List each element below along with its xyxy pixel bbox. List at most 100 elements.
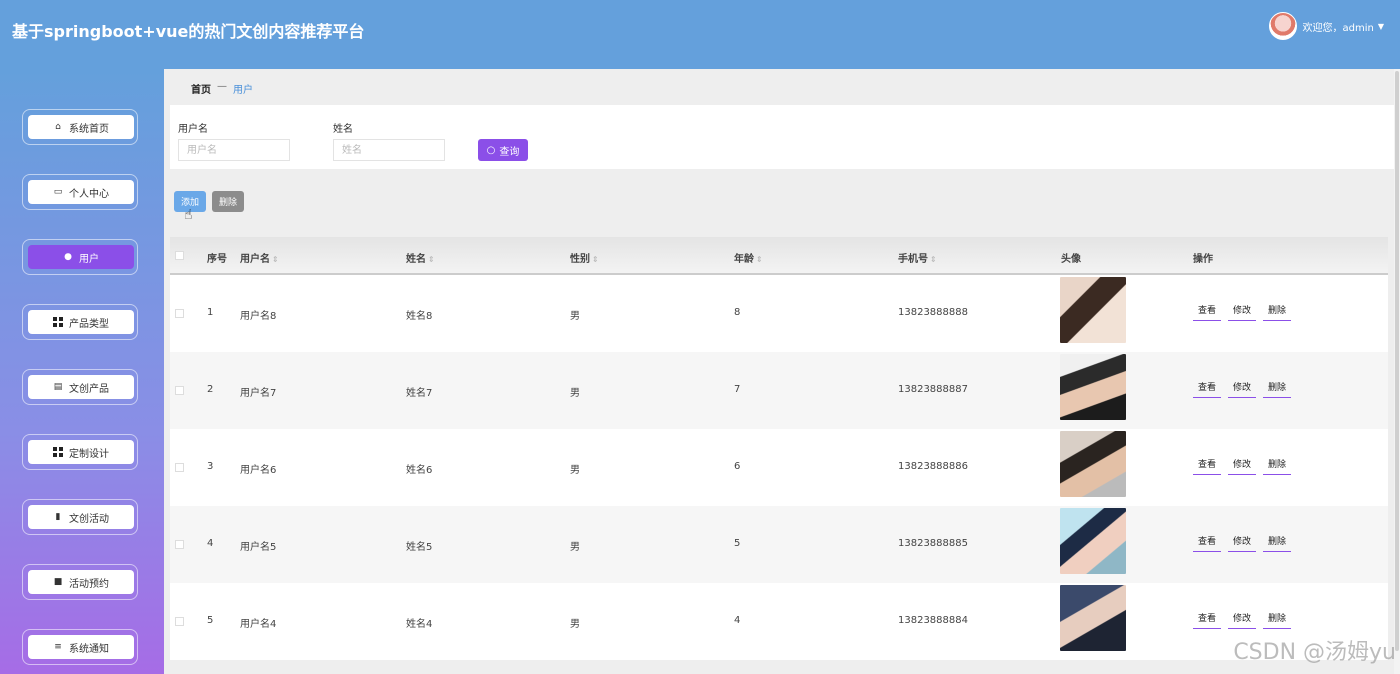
select-all-checkbox[interactable] (175, 251, 184, 260)
avatar-image (1060, 585, 1126, 651)
sidebar-item-reservations[interactable]: ■ 活动预约 (22, 564, 138, 600)
header-gender[interactable]: 性别 ⇕ (570, 250, 599, 265)
view-button[interactable]: 查看 (1193, 534, 1222, 552)
sidebar-item-product-types[interactable]: 产品类型 (22, 304, 138, 340)
cell-name: 姓名8 (406, 311, 433, 322)
main-content: 首页 — 用户 用户名 姓名 ○ 查询 添加 删除 ☝ 序号 用户名⇕ 姓名⇕ … (164, 69, 1400, 674)
edit-button[interactable]: 修改 (1228, 380, 1257, 398)
cell-phone: 13823888884 (898, 615, 968, 626)
delete-button[interactable]: 删除 (1263, 457, 1292, 475)
cell-username: 用户名4 (240, 619, 277, 630)
sort-icon: ⇕ (592, 255, 599, 264)
user-avatar[interactable] (1268, 12, 1297, 40)
sidebar: ⌂ 系统首页 ▭ 个人中心 ● 用户 产品类型 ▤ 文创产品 定制设计 ▮ 文创活动 ■ 活… (0, 69, 164, 674)
delete-button[interactable]: 删除 (1263, 303, 1292, 321)
cell-phone: 13823888887 (898, 384, 968, 395)
watermark: CSDN @汤姆yu (1233, 640, 1396, 665)
table-row: 4 用户名5 姓名5 男 5 13823888885 查看 修改 删除 (170, 506, 1388, 583)
header-index: 序号 (207, 254, 227, 265)
delete-button[interactable]: 删除 (1263, 611, 1292, 629)
table-header: 序号 用户名 ⇕ 姓名 ⇕ 性别 ⇕ 年龄 ⇕ 手机号 ⇕ 头像 操作 (170, 237, 1388, 275)
cell-index: 5 (207, 615, 214, 626)
cell-gender: 男 (570, 619, 580, 630)
sidebar-item-label: 定制设计 (69, 448, 109, 460)
table-body: 1 用户名8 姓名8 男 8 13823888888 查看 修改 删除 2 用户名7 姓名7 男 7 138… (170, 275, 1388, 660)
scrollbar-thumb[interactable] (1395, 71, 1399, 651)
username-input[interactable] (178, 139, 290, 161)
edit-button[interactable]: 修改 (1228, 457, 1257, 475)
top-bar: 基于springboot+vue的热门文创内容推荐平台 欢迎您，admin ▼ (0, 0, 1400, 69)
view-button[interactable]: 查看 (1193, 380, 1222, 398)
row-checkbox[interactable] (175, 386, 184, 395)
home-icon: ⌂ (55, 122, 61, 132)
user-greeting[interactable]: 欢迎您，admin (1303, 19, 1374, 34)
sidebar-item-label: 文创产品 (69, 383, 109, 395)
batch-delete-button[interactable]: 删除 (212, 191, 244, 212)
cell-phone: 13823888886 (898, 461, 968, 472)
sidebar-item-label: 系统首页 (69, 123, 109, 135)
sort-icon: ⇕ (272, 255, 279, 264)
sidebar-item-notices[interactable]: ≡ 系统通知 (22, 629, 138, 665)
sidebar-item-users[interactable]: ● 用户 (22, 239, 138, 275)
header-ops: 操作 (1193, 254, 1213, 265)
avatar-image (1060, 431, 1126, 497)
view-button[interactable]: 查看 (1193, 611, 1222, 629)
edit-button[interactable]: 修改 (1228, 534, 1257, 552)
cell-name: 姓名7 (406, 388, 433, 399)
sidebar-item-activities[interactable]: ▮ 文创活动 (22, 499, 138, 535)
cell-gender: 男 (570, 465, 580, 476)
scrollbar[interactable] (1394, 69, 1400, 674)
breadcrumb-current: 用户 (233, 85, 253, 96)
sort-icon: ⇕ (930, 255, 937, 264)
sort-icon: ⇕ (756, 255, 763, 264)
user-menu[interactable]: 欢迎您，admin ▼ (1268, 12, 1384, 40)
view-button[interactable]: 查看 (1193, 457, 1222, 475)
view-button[interactable]: 查看 (1193, 303, 1222, 321)
header-username[interactable]: 用户名 ⇕ (240, 250, 279, 265)
cell-age: 7 (734, 384, 741, 395)
sidebar-item-home[interactable]: ⌂ 系统首页 (22, 109, 138, 145)
row-checkbox[interactable] (175, 540, 184, 549)
row-checkbox[interactable] (175, 309, 184, 318)
table-row: 5 用户名4 姓名4 男 4 13823888884 查看 修改 删除 (170, 583, 1388, 660)
sidebar-item-label: 系统通知 (69, 643, 109, 655)
cell-username: 用户名7 (240, 388, 277, 399)
clipboard-icon: ▤ (53, 382, 63, 392)
grid-icon (53, 317, 63, 327)
sidebar-item-label: 活动预约 (69, 578, 109, 590)
cell-phone: 13823888885 (898, 538, 968, 549)
edit-button[interactable]: 修改 (1228, 611, 1257, 629)
search-panel: 用户名 姓名 ○ 查询 (170, 105, 1395, 169)
name-input[interactable] (333, 139, 445, 161)
breadcrumb: 首页 — 用户 (191, 81, 253, 96)
header-name[interactable]: 姓名 ⇕ (406, 250, 435, 265)
sort-icon: ⇕ (428, 255, 435, 264)
delete-button[interactable]: 删除 (1263, 380, 1292, 398)
cell-age: 6 (734, 461, 741, 472)
delete-button[interactable]: 删除 (1263, 534, 1292, 552)
edit-button[interactable]: 修改 (1228, 303, 1257, 321)
chevron-down-icon[interactable]: ▼ (1378, 22, 1384, 31)
row-checkbox[interactable] (175, 617, 184, 626)
header-phone[interactable]: 手机号 ⇕ (898, 250, 937, 265)
breadcrumb-home[interactable]: 首页 (191, 81, 211, 96)
cell-age: 8 (734, 307, 741, 318)
cell-index: 1 (207, 307, 214, 318)
cell-gender: 男 (570, 542, 580, 553)
avatar-image (1060, 354, 1126, 420)
cell-index: 3 (207, 461, 214, 472)
avatar-image (1060, 277, 1126, 343)
row-checkbox[interactable] (175, 463, 184, 472)
sidebar-item-custom-design[interactable]: 定制设计 (22, 434, 138, 470)
search-icon: ○ (486, 144, 496, 156)
query-button-label: 查询 (499, 146, 520, 158)
cell-username: 用户名8 (240, 311, 277, 322)
cell-username: 用户名5 (240, 542, 277, 553)
sidebar-item-profile[interactable]: ▭ 个人中心 (22, 174, 138, 210)
breadcrumb-separator: — (217, 81, 227, 92)
query-button[interactable]: ○ 查询 (478, 139, 528, 161)
header-age[interactable]: 年龄 ⇕ (734, 250, 763, 265)
avatar-image (1060, 508, 1126, 574)
sidebar-item-products[interactable]: ▤ 文创产品 (22, 369, 138, 405)
header-avatar: 头像 (1061, 254, 1081, 265)
